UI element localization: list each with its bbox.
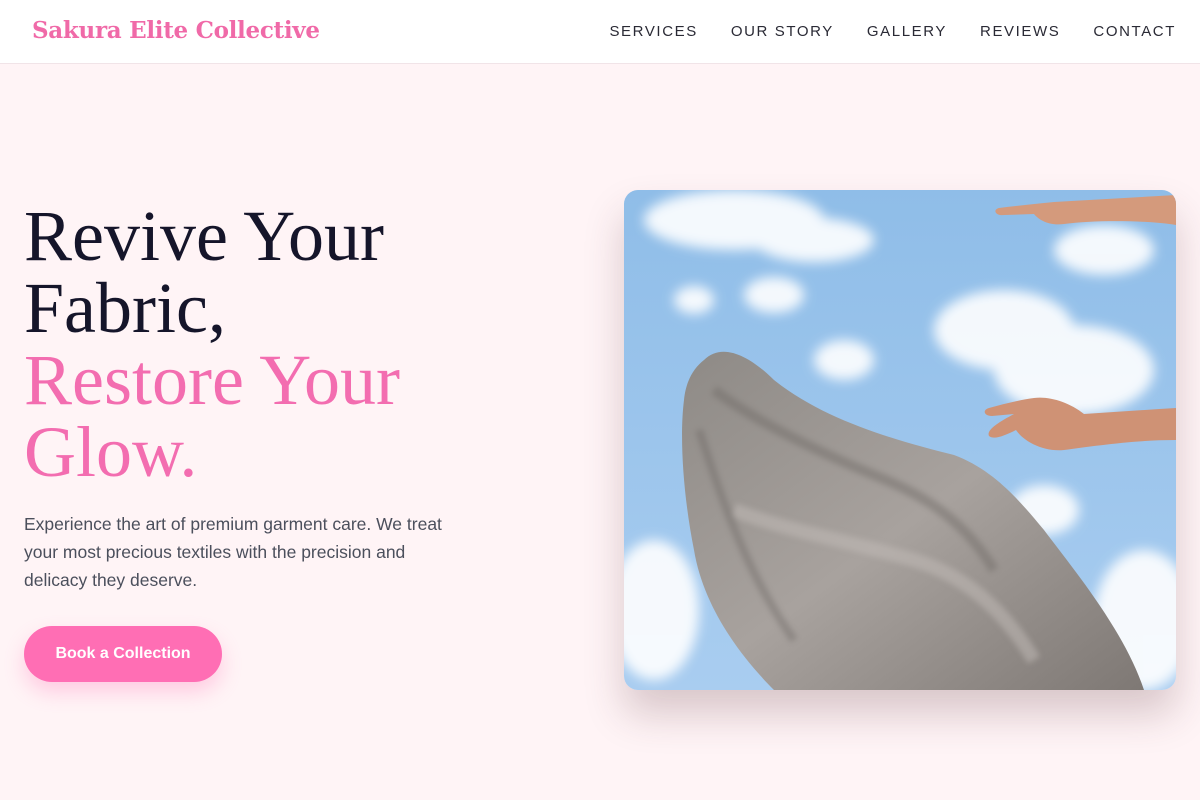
book-collection-button[interactable]: Book a Collection: [24, 626, 222, 682]
hero-image: [624, 190, 1176, 690]
main-nav: SERVICES OUR STORY GALLERY REVIEWS CONTA…: [576, 23, 1176, 40]
nav-link-our-story[interactable]: OUR STORY: [731, 23, 834, 40]
hero-title: Revive Your Fabric, Restore Your Glow.: [24, 200, 400, 488]
hero-title-line-4: Glow.: [24, 412, 198, 492]
hero-subtitle: Experience the art of premium garment ca…: [24, 514, 442, 590]
nav-link-gallery[interactable]: GALLERY: [867, 23, 947, 40]
site-header: Sakura Elite Collective SERVICES OUR STO…: [0, 0, 1200, 64]
nav-link-services[interactable]: SERVICES: [609, 23, 697, 40]
nav-link-reviews[interactable]: REVIEWS: [980, 23, 1060, 40]
hero-title-line-3: Restore Your: [24, 340, 401, 420]
hero-title-line-1: Revive Your: [24, 196, 385, 276]
brand-logo[interactable]: Sakura Elite Collective: [32, 17, 320, 44]
fabric-in-sky-illustration: [624, 190, 1176, 690]
hero-title-line-2: Fabric,: [24, 268, 226, 348]
nav-link-contact[interactable]: CONTACT: [1093, 23, 1176, 40]
